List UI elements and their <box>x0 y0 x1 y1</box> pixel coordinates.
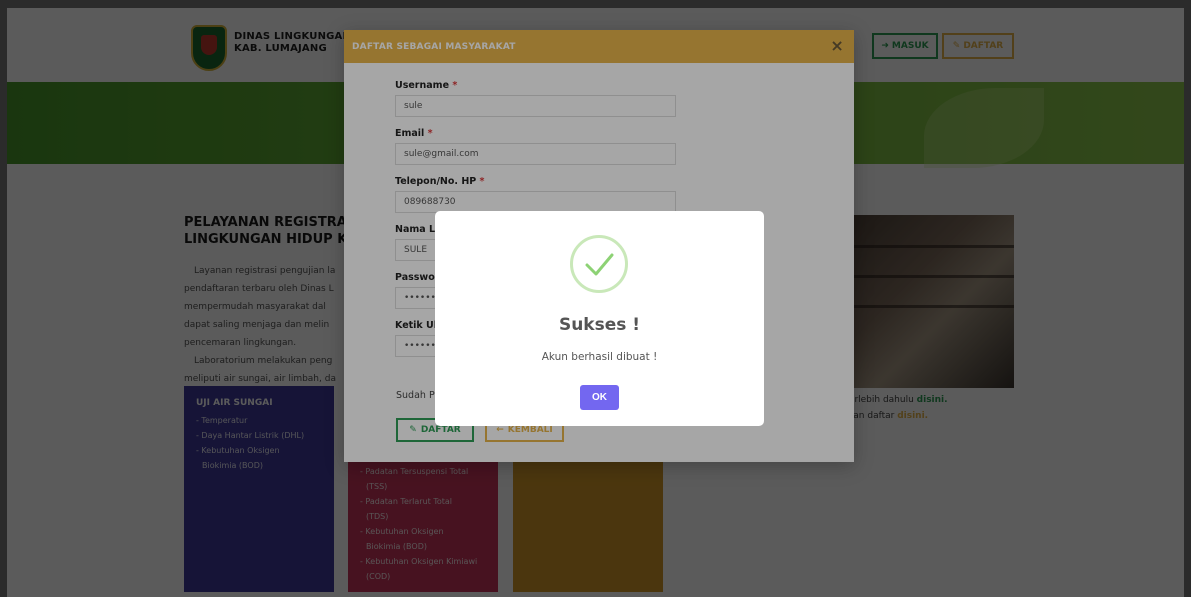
ok-button[interactable]: OK <box>580 385 619 410</box>
success-alert: Sukses ! Akun berhasil dibuat ! OK <box>435 211 764 426</box>
checkmark-icon <box>585 253 614 276</box>
alert-title: Sukses ! <box>558 315 641 335</box>
alert-message: Akun berhasil dibuat ! <box>541 351 658 363</box>
success-icon <box>570 235 628 293</box>
